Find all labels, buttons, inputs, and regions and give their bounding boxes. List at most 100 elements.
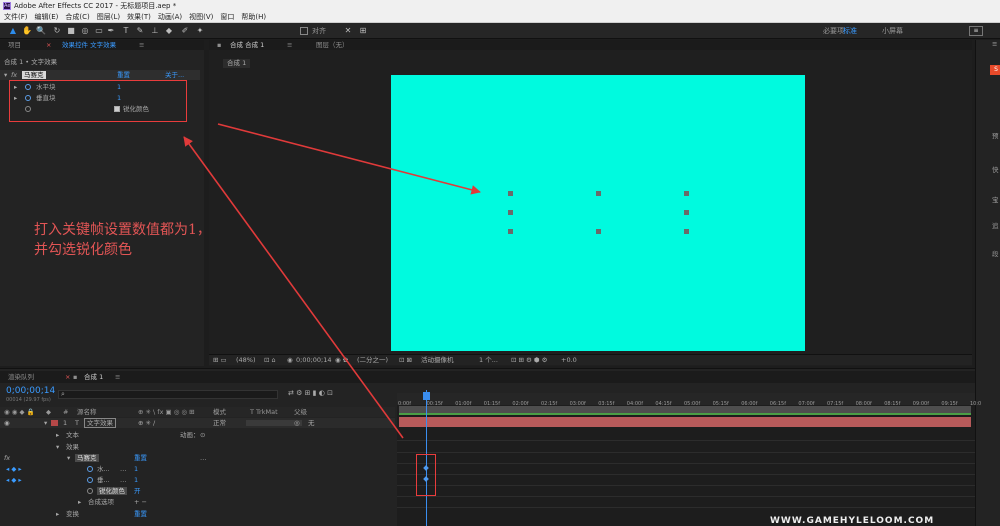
row-label[interactable]: 马赛克 <box>75 454 99 462</box>
region-of-interest-icon[interactable]: ⊡ ⊠ <box>399 356 412 365</box>
menu-layer[interactable]: 图层(L) <box>97 12 120 22</box>
viewer-timecode[interactable]: 0;00;00;14 <box>296 356 332 365</box>
fast-preview-icons[interactable]: ⊡ ⊞ ⚙ ⬢ ⚙ <box>511 356 548 365</box>
column-mode[interactable]: 模式 <box>213 407 226 417</box>
tab-composition[interactable]: 合成 合成 1 <box>230 41 264 49</box>
grid-guides-icon[interactable]: ⊡ ⌂ <box>264 356 276 365</box>
roto-brush-tool-icon[interactable]: ✐ <box>180 26 190 36</box>
timeline-switches-icons[interactable]: ⇄ ⚙ ⊞ ▮ ◐ ⊡ <box>288 389 333 397</box>
menu-effect[interactable]: 效果(T) <box>127 12 151 22</box>
snap-icon[interactable]: ✕ <box>343 26 353 36</box>
stopwatch-icon[interactable] <box>87 475 93 485</box>
comp-options-controls[interactable]: + − <box>134 497 147 507</box>
shape-tool-icon[interactable]: ▭ <box>94 26 104 36</box>
animate-menu[interactable]: 动画： <box>180 430 200 440</box>
workspace-essentials[interactable]: 必要项 <box>823 26 844 36</box>
align-checkbox[interactable] <box>300 27 308 35</box>
prop-value[interactable]: 1 <box>134 475 138 485</box>
stopwatch-icon[interactable] <box>87 464 93 474</box>
layer-duration-bar[interactable] <box>399 417 971 427</box>
fx-icon[interactable]: fx <box>4 453 10 463</box>
transform-reset-link[interactable]: 重置 <box>134 509 147 519</box>
column-source-name[interactable]: 源名称 <box>77 407 97 417</box>
type-tool-icon[interactable]: T <box>121 26 131 36</box>
menu-file[interactable]: 文件(F) <box>4 12 28 22</box>
exposure-value[interactable]: +0.0 <box>561 356 577 365</box>
prop-value[interactable]: 1 <box>134 464 138 474</box>
camera-tool-icon[interactable]: ■ <box>66 26 76 36</box>
workspace-standard[interactable]: 标准 <box>843 26 857 36</box>
composition-canvas[interactable] <box>391 75 805 351</box>
effect-row-mosaic[interactable]: ▾ fx 马赛克 重置 关于... <box>0 70 200 80</box>
panel-menu-icon[interactable]: ≡ <box>287 41 292 49</box>
workspace-small-screen[interactable]: 小屏幕 <box>882 26 903 36</box>
snapshot-icon[interactable]: ◉ <box>287 356 293 365</box>
visibility-icon[interactable]: ◉ <box>4 418 10 428</box>
resolution-select[interactable]: (二分之一) <box>357 356 388 365</box>
clone-stamp-tool-icon[interactable]: ⊥ <box>150 26 160 36</box>
close-icon[interactable]: × <box>46 41 51 49</box>
effect-about-link[interactable]: 关于... <box>165 70 184 80</box>
expand-triangle-icon[interactable]: ▾ <box>67 453 70 463</box>
effect-reset-link[interactable]: 重置 <box>117 70 130 80</box>
panel-menu-icon[interactable]: ▪ <box>217 41 221 49</box>
timeline-search-input[interactable]: ⌕ <box>58 390 278 399</box>
comp-subtab[interactable]: 合成 1 <box>223 59 251 68</box>
expand-triangle-icon[interactable]: ▸ <box>78 497 81 507</box>
tab-render-queue[interactable]: 渲染队列 <box>8 373 34 381</box>
fx-icon[interactable]: fx <box>11 70 17 80</box>
panel-menu-icon[interactable]: ≡ <box>115 373 120 381</box>
mosaic-reset-link[interactable]: 重置 <box>134 453 147 463</box>
always-preview-icon[interactable]: ⊞ ▭ <box>213 356 227 365</box>
view-layout-select[interactable]: 1 个... <box>479 356 498 365</box>
layer-name[interactable]: 文字效果 <box>84 418 116 428</box>
camera-select[interactable]: 活动摄像机 <box>421 356 454 365</box>
menu-composition[interactable]: 合成(C) <box>65 12 89 22</box>
menu-window[interactable]: 窗口 <box>220 12 234 22</box>
stopwatch-icon[interactable] <box>87 486 93 496</box>
animate-add-icon[interactable]: ⊙ <box>200 430 205 440</box>
tab-project[interactable]: 项目 <box>8 41 21 49</box>
timeline-timecode[interactable]: 0;00;00;14 <box>6 386 55 396</box>
expand-triangle-icon[interactable]: ▸ <box>56 430 59 440</box>
zoom-select[interactable]: (48%) <box>236 356 256 365</box>
mode-select[interactable]: 正常 <box>213 418 226 428</box>
panel-menu-icon[interactable]: ≡ <box>992 40 997 48</box>
effect-name[interactable]: 马赛克 <box>22 71 46 79</box>
pan-behind-tool-icon[interactable]: ◎ <box>80 26 90 36</box>
grid-snap-icon[interactable]: ⊞ <box>358 26 368 36</box>
parent-select[interactable]: 无 <box>308 418 315 428</box>
menu-animation[interactable]: 动画(A) <box>158 12 182 22</box>
menu-view[interactable]: 视图(V) <box>189 12 213 22</box>
expand-triangle-icon[interactable]: ▾ <box>4 70 7 80</box>
tab-effect-controls[interactable]: 效果控件 文字效果 <box>62 41 116 49</box>
expand-triangle-icon[interactable]: ▾ <box>56 442 59 452</box>
layer-row[interactable]: ◉ ▾ 1 T 文字效果 ⊕ ✳ / 正常 ◎ 无 <box>0 418 395 428</box>
column-trkmat[interactable]: T TrkMat <box>250 407 278 417</box>
expand-triangle-icon[interactable]: ▸ <box>56 509 59 519</box>
menu-help[interactable]: 帮助(H) <box>241 12 266 22</box>
panel-menu-icon[interactable]: ≡ <box>139 41 144 49</box>
zoom-tool-icon[interactable]: 🔍 <box>36 26 46 36</box>
keyframe-nav-icons[interactable]: ◂ ◆ ▸ <box>6 464 22 474</box>
selection-tool-icon[interactable]: ▲ <box>8 26 18 36</box>
expand-triangle-icon[interactable]: ▾ <box>44 418 47 428</box>
tab-layer[interactable]: 图层（无） <box>316 41 349 49</box>
show-channel-icon[interactable]: ◉ ✿ <box>335 356 348 365</box>
close-icon[interactable]: × <box>65 373 70 381</box>
column-parent[interactable]: 父级 <box>294 407 307 417</box>
layer-switches-icons[interactable]: ⊕ ✳ / <box>138 418 155 428</box>
prop-value[interactable]: 开 <box>134 486 141 496</box>
brush-tool-icon[interactable]: ✎ <box>135 26 145 36</box>
playhead-handle[interactable] <box>423 392 430 400</box>
eraser-tool-icon[interactable]: ◆ <box>164 26 174 36</box>
search-help-button[interactable]: ≡ <box>969 26 983 36</box>
parent-pick-icon[interactable]: ◎ <box>294 418 300 428</box>
puppet-tool-icon[interactable]: ✦ <box>195 26 205 36</box>
rotate-tool-icon[interactable]: ↻ <box>52 26 62 36</box>
menu-edit[interactable]: 编辑(E) <box>35 12 59 22</box>
keyframe-nav-icons[interactable]: ◂ ◆ ▸ <box>6 475 22 485</box>
tab-comp-1[interactable]: 合成 1 <box>84 373 103 381</box>
pen-tool-icon[interactable]: ✒ <box>106 26 116 36</box>
hand-tool-icon[interactable]: ✋ <box>22 26 32 36</box>
